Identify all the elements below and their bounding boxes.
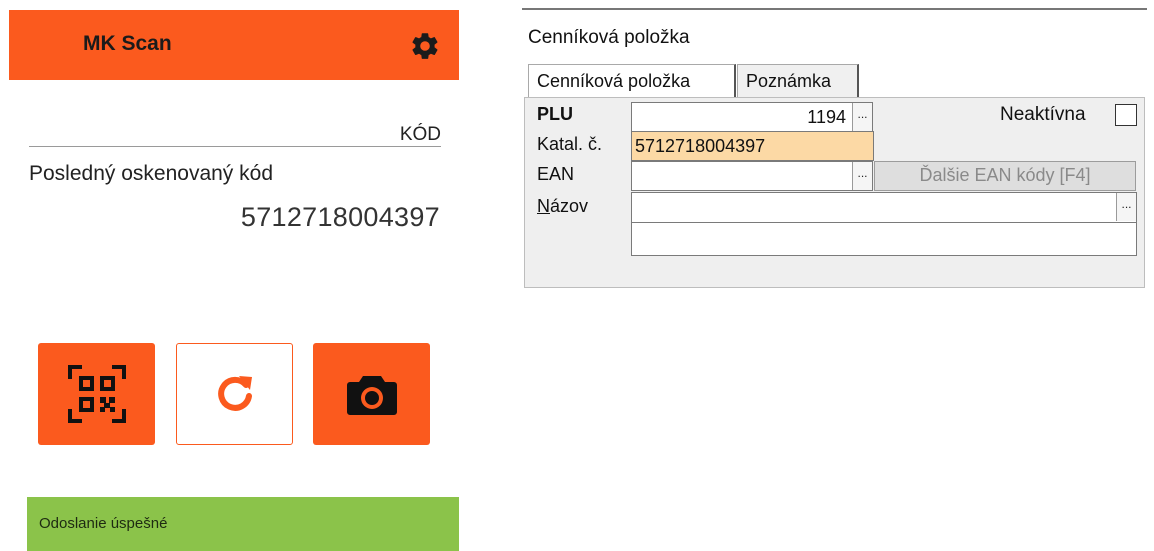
- katal-label: Katal. č.: [537, 134, 603, 154]
- nazov-field-2[interactable]: [631, 222, 1137, 256]
- nazov-label-rest: ázov: [550, 196, 589, 216]
- tab-cennikova-polozka[interactable]: Cenníková položka: [528, 64, 736, 98]
- plu-field[interactable]: 1194 ...: [631, 102, 873, 132]
- nazov-label-mnemonic: N: [537, 196, 550, 216]
- plu-label: PLU: [537, 104, 573, 124]
- nazov-field[interactable]: ...: [631, 192, 1137, 223]
- window-top-border: [522, 8, 1147, 10]
- refresh-icon: [217, 376, 252, 411]
- refresh-button[interactable]: [176, 343, 293, 445]
- tab-poznamka[interactable]: Poznámka: [737, 64, 859, 98]
- app-bar: MK Scan: [9, 10, 459, 80]
- camera-button[interactable]: [313, 343, 430, 445]
- item-form: PLU Katal. č. EAN Názov 1194 ... 5712718…: [524, 97, 1145, 288]
- mobile-app: MK Scan KÓD Posledný oskenovaný kód 5712…: [9, 10, 459, 551]
- katal-value: 5712718004397: [635, 136, 766, 156]
- plu-value: 1194: [807, 107, 846, 127]
- toast-message: Odoslanie úspešné: [39, 515, 168, 532]
- scan-qr-button[interactable]: [38, 343, 155, 445]
- camera-icon: [346, 376, 397, 415]
- inactive-checkbox[interactable]: [1115, 104, 1137, 126]
- window-title: Cenníková položka: [528, 27, 690, 48]
- ean-lookup-button[interactable]: ...: [852, 162, 872, 190]
- nazov-lookup-button[interactable]: ...: [1116, 193, 1136, 221]
- gear-icon[interactable]: [409, 30, 441, 62]
- qr-code-icon: [67, 365, 126, 423]
- nazov-label: Názov: [537, 196, 588, 217]
- ean-label: EAN: [537, 164, 575, 184]
- inactive-label: Neaktívna: [1000, 104, 1086, 125]
- last-scanned-value: 5712718004397: [240, 202, 440, 232]
- code-input-label: KÓD: [399, 124, 441, 145]
- app-title: MK Scan: [83, 32, 172, 55]
- success-toast: Odoslanie úspešné: [27, 497, 459, 551]
- ean-field[interactable]: ...: [631, 161, 873, 191]
- code-input[interactable]: KÓD: [29, 116, 441, 147]
- more-ean-codes-button[interactable]: Ďalšie EAN kódy [F4]: [874, 161, 1136, 191]
- desktop-window: Cenníková položka Cenníková položka Pozn…: [522, 8, 1154, 298]
- katal-field[interactable]: 5712718004397: [631, 131, 874, 161]
- plu-lookup-button[interactable]: ...: [852, 103, 872, 131]
- last-scanned-label: Posledný oskenovaný kód: [29, 162, 273, 185]
